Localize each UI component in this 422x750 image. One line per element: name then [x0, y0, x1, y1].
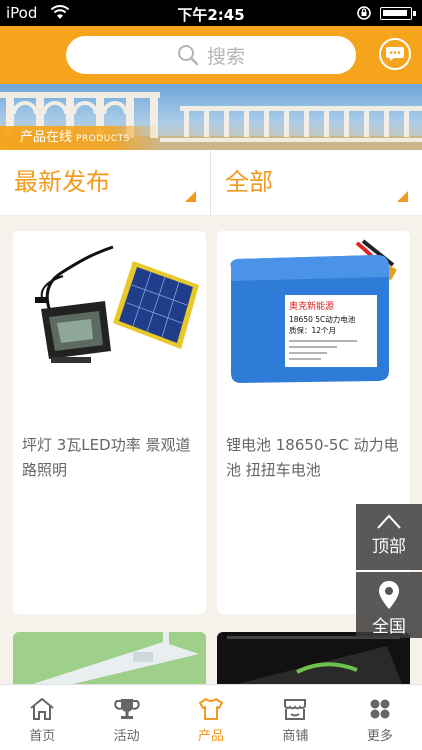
filter-latest[interactable]: 最新发布 [0, 150, 211, 216]
battery-icon [380, 7, 416, 20]
store-icon [284, 699, 307, 720]
product-name: 锂电池 18650-5C 动力电池 扭扭车电池 [226, 436, 399, 479]
dropdown-corner-icon [397, 191, 408, 202]
location-pin-icon [379, 581, 399, 609]
message-button[interactable] [379, 38, 411, 70]
bottom-tab-bar: 首页 活动 产品 商铺 更多 [0, 684, 422, 750]
trophy-icon [113, 699, 140, 719]
battery-model-label: 18650 5C动力电池 [289, 314, 356, 324]
battery-warranty-label: 质保：12个月 [289, 325, 336, 335]
home-icon [30, 697, 54, 720]
search-icon [177, 45, 199, 66]
product-image-street-light [33, 632, 199, 684]
region-button[interactable]: 全国 [356, 572, 422, 638]
dropdown-corner-icon [185, 191, 196, 202]
tab-store[interactable]: 商铺 [253, 685, 337, 750]
status-bar: iPod 下午2:45 [0, 0, 422, 26]
banner-caption: 产品在线 PRODUCTS [0, 126, 160, 150]
search-bar[interactable]: 搜索 [66, 36, 356, 74]
product-name: 坪灯 3瓦LED功率 景观道路照明 [22, 436, 191, 479]
product-image-solar-lamp [13, 231, 206, 411]
tab-home[interactable]: 首页 [0, 685, 84, 750]
app-header: 搜索 [0, 26, 422, 84]
shirt-icon [199, 698, 224, 720]
tab-activity[interactable]: 活动 [84, 685, 168, 750]
tab-products[interactable]: 产品 [169, 685, 253, 750]
chat-bubble-icon [386, 47, 404, 61]
product-card[interactable] [217, 632, 410, 684]
battery-brand-label: 奥克新能源 [289, 300, 334, 312]
banner-image[interactable]: 产品在线 PRODUCTS [0, 84, 422, 150]
filter-bar: 最新发布 全部 [0, 150, 422, 216]
filter-all[interactable]: 全部 [211, 150, 422, 216]
product-card[interactable]: 坪灯 3瓦LED功率 景观道路照明 [13, 231, 206, 614]
back-to-top-button[interactable]: 顶部 [356, 504, 422, 570]
chevron-up-icon [377, 514, 401, 529]
search-placeholder: 搜索 [206, 45, 245, 68]
product-image-dark [227, 636, 402, 684]
orientation-lock-icon [357, 6, 371, 20]
tab-more[interactable]: 更多 [338, 685, 422, 750]
grid-icon [370, 699, 390, 719]
product-card[interactable] [13, 632, 206, 684]
product-image-battery: 奥克新能源 18650 5C动力电池 质保：12个月 [217, 231, 410, 411]
